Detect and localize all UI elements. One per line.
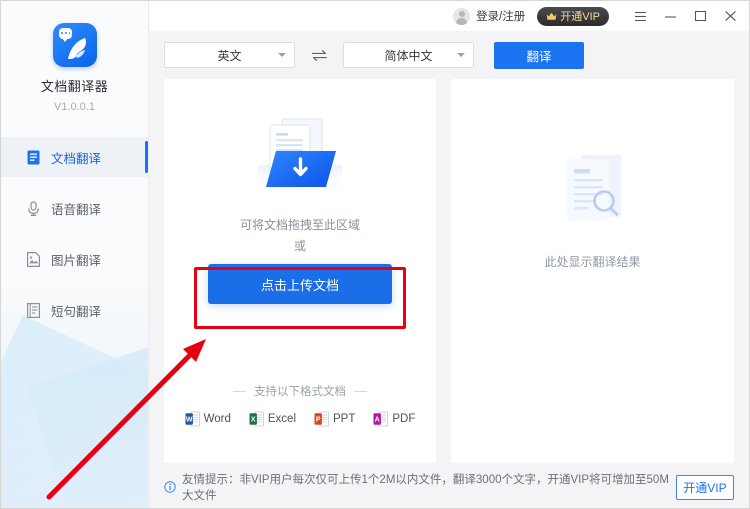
sidebar-item-label: 语音翻译 [51, 202, 102, 217]
minimize-button[interactable] [655, 2, 685, 30]
upload-panel[interactable]: 可将文档拖拽至此区域 或 点击上传文档 支持以下格式文档 W Word X Ex… [164, 79, 436, 463]
close-icon [724, 10, 736, 22]
word-file-icon: W [185, 411, 200, 427]
sidebar-item-image-translate[interactable]: 图片翻译 [1, 239, 148, 279]
maximize-icon [694, 10, 706, 22]
upload-button-label: 点击上传文档 [260, 277, 339, 293]
format-label: Excel [267, 413, 297, 425]
translate-label: 翻译 [526, 49, 552, 64]
chevron-down-icon [278, 53, 286, 57]
formats-title: 支持以下格式文档 [164, 383, 436, 399]
image-icon [27, 251, 40, 267]
bird-glyph [67, 38, 86, 59]
login-register-label: 登录/注册 [476, 11, 526, 23]
svg-text:W: W [186, 417, 193, 424]
target-language-value: 简体中文 [384, 48, 433, 63]
sidebar: 文档翻译器 V1.0.0.1 文档翻译 语音翻译 图片翻译 短句翻译 [1, 1, 149, 508]
svg-text:P: P [316, 417, 321, 424]
powerpoint-file-icon: P [314, 411, 329, 427]
close-button[interactable] [715, 2, 745, 30]
chevron-down-icon [457, 53, 465, 57]
format-ppt: P PPT [314, 411, 355, 427]
target-language-select[interactable]: 简体中文 [343, 42, 474, 68]
result-placeholder-text: 此处显示翻译结果 [544, 255, 641, 269]
format-label: PPT [333, 413, 356, 425]
swap-languages-button[interactable] [309, 45, 329, 65]
sidebar-item-sentence-translate[interactable]: 短句翻译 [1, 290, 148, 330]
workspace: 英文 简体中文 翻译 可将文档拖拽至此区域 或 点击上传文档 支持以下格式文档 … [149, 31, 749, 508]
hamburger-menu-icon [634, 11, 646, 21]
format-word: W Word [185, 411, 231, 427]
microphone-icon [28, 200, 39, 216]
excel-file-icon: X [249, 411, 264, 427]
sidebar-item-label: 文档翻译 [51, 151, 102, 166]
app-branding: 文档翻译器 V1.0.0.1 [1, 1, 148, 113]
title-bar: 登录/注册 开通VIP [149, 1, 749, 31]
text-lines-icon [26, 302, 41, 318]
crown-icon [546, 12, 557, 20]
footer-open-vip-label: 开通VIP [683, 480, 727, 495]
sidebar-item-label: 短句翻译 [51, 304, 102, 319]
translate-button[interactable]: 翻译 [494, 41, 584, 69]
user-avatar-icon [453, 7, 471, 25]
supported-formats: 支持以下格式文档 W Word X Excel P PPT A PDF [164, 383, 436, 427]
panels-container: 可将文档拖拽至此区域 或 点击上传文档 支持以下格式文档 W Word X Ex… [164, 79, 734, 463]
format-excel: X Excel [249, 411, 296, 427]
formats-title-label: 支持以下格式文档 [254, 386, 346, 398]
info-circle-icon [164, 481, 176, 493]
open-vip-button[interactable]: 开通VIP [537, 6, 609, 26]
result-placeholder: 此处显示翻译结果 [451, 151, 734, 270]
document-upload-illustration [258, 118, 342, 197]
drop-hint-line: 可将文档拖拽至此区域 [239, 218, 360, 232]
format-list: W Word X Excel P PPT A PDF [164, 411, 436, 427]
source-language-value: 英文 [217, 48, 242, 63]
drop-zone[interactable]: 可将文档拖拽至此区域 或 [164, 113, 436, 257]
pdf-file-icon: A [373, 411, 389, 427]
speech-bubble-dots [60, 32, 70, 35]
svg-text:X: X [251, 417, 256, 424]
drop-hint-text: 可将文档拖拽至此区域 或 [164, 215, 436, 257]
format-pdf: A PDF [373, 411, 415, 427]
divider-dash-right [354, 390, 367, 392]
open-vip-label: 开通VIP [560, 11, 600, 23]
sidebar-nav: 文档翻译 语音翻译 图片翻译 短句翻译 [1, 137, 148, 330]
footer-notice-text: 友情提示：非VIP用户每次仅可上传1个2M以内文件，翻译3000个文字，开通VI… [182, 474, 669, 502]
dove-logo-icon [52, 23, 97, 67]
svg-text:A: A [375, 417, 380, 424]
document-translate-icon [27, 150, 40, 164]
divider-dash-left [233, 390, 246, 392]
app-version: V1.0.0.1 [54, 101, 95, 113]
format-label: PDF [392, 413, 416, 425]
app-window: 文档翻译器 V1.0.0.1 文档翻译 语音翻译 图片翻译 短句翻译 登录/注册… [0, 0, 750, 509]
format-label: Word [203, 413, 231, 425]
app-name: 文档翻译器 [40, 79, 109, 94]
result-panel: 此处显示翻译结果 [451, 79, 734, 463]
document-search-illustration [566, 155, 621, 221]
language-toolbar: 英文 简体中文 翻译 [149, 31, 749, 79]
sidebar-item-document-translate[interactable]: 文档翻译 [1, 137, 148, 177]
swap-arrows-icon [311, 49, 327, 61]
source-language-select[interactable]: 英文 [164, 42, 295, 68]
maximize-button[interactable] [685, 2, 715, 30]
minimize-icon [664, 15, 676, 18]
sidebar-item-label: 图片翻译 [51, 253, 102, 268]
upload-document-button[interactable]: 点击上传文档 [208, 264, 392, 304]
menu-button[interactable] [625, 2, 655, 30]
login-register-button[interactable]: 登录/注册 [453, 7, 526, 25]
footer-open-vip-button[interactable]: 开通VIP [675, 474, 734, 500]
sidebar-item-voice-translate[interactable]: 语音翻译 [1, 188, 148, 228]
footer-notice-bar: 友情提示：非VIP用户每次仅可上传1个2M以内文件，翻译3000个文字，开通VI… [164, 466, 734, 508]
or-label: 或 [293, 239, 306, 253]
